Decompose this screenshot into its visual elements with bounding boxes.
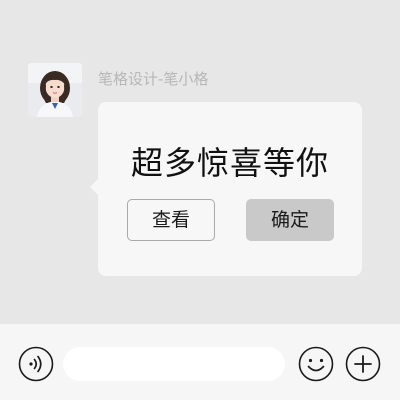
voice-button[interactable] — [18, 346, 54, 382]
confirm-button[interactable]: 确定 — [246, 199, 334, 241]
chat-area: 笔格设计-笔小格 超多惊喜等你 查看 确定 — [0, 0, 400, 324]
voice-icon — [18, 346, 54, 382]
input-bar — [0, 324, 400, 400]
message-input[interactable] — [63, 347, 285, 381]
message-title: 超多惊喜等你 — [130, 144, 329, 182]
sender-name: 笔格设计-笔小格 — [98, 70, 209, 88]
avatar-image — [28, 63, 82, 117]
more-button[interactable] — [345, 346, 381, 382]
emoji-button[interactable] — [298, 346, 334, 382]
emoji-icon — [298, 346, 334, 382]
view-button[interactable]: 查看 — [127, 199, 215, 241]
message-bubble: 超多惊喜等你 查看 确定 — [90, 102, 362, 276]
sender-avatar[interactable] — [28, 63, 82, 117]
plus-icon — [345, 346, 381, 382]
bubble-tail — [90, 179, 98, 195]
